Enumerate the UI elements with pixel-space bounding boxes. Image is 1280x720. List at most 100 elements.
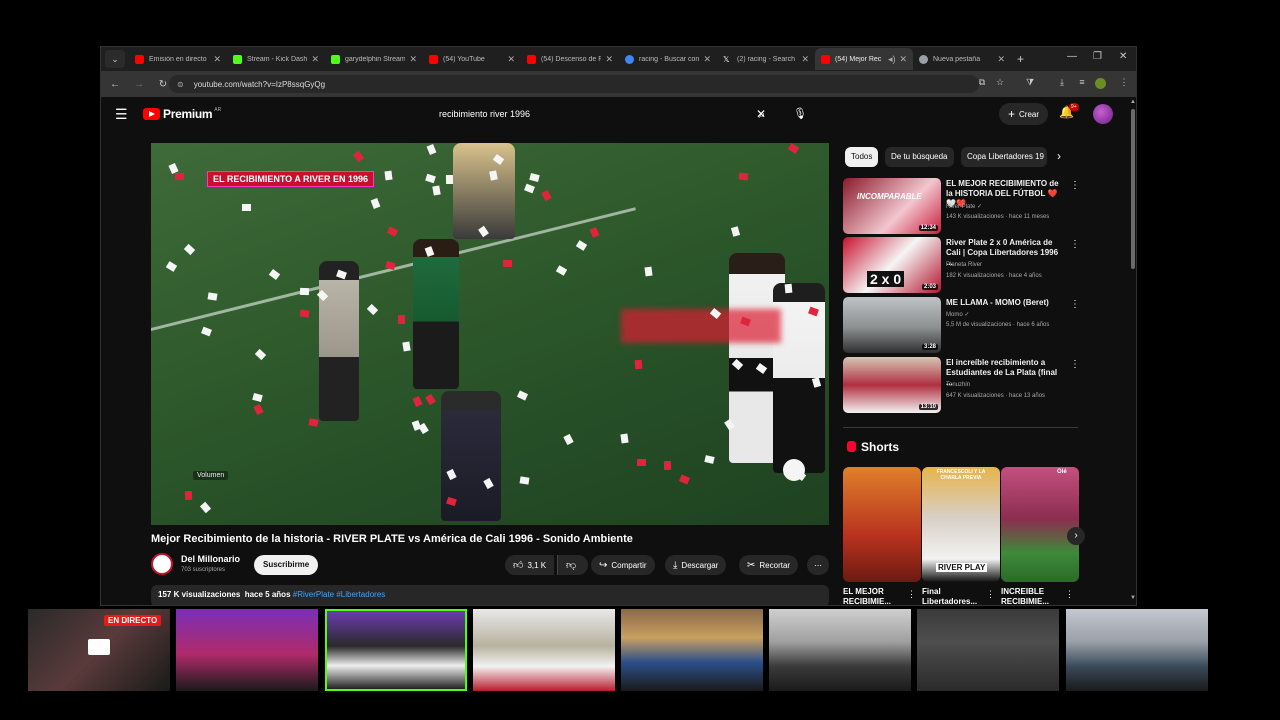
recommendation-channel: Planeta River [946,262,983,268]
scroll-up-icon[interactable]: ▲ [1130,99,1136,105]
tab-3[interactable]: garydelphin Stream ✕ [325,48,423,70]
url-field[interactable]: ⊜ youtube.com/watch?v=IzP8ssqGyQg [169,75,979,93]
more-actions-button[interactable]: ⋯ [807,555,829,575]
more-vertical-icon[interactable]: ⋮ [1070,180,1080,191]
share-button[interactable]: ↪ Compartir [591,555,655,575]
close-tab-icon[interactable]: ✕ [213,54,221,65]
audio-icon[interactable]: ◂) [888,54,896,65]
live-badge: EN DIRECTO [104,615,162,626]
tab-6[interactable]: racing - Buscar con ✕ [619,48,717,70]
scroll-down-icon[interactable]: ▼ [1130,595,1136,601]
chip-all[interactable]: Todos [845,147,879,167]
close-tab-icon[interactable]: ✕ [997,54,1005,65]
search-input[interactable]: recibimiento river 1996 ✕ [431,103,771,125]
scrollbar-thumb[interactable] [1131,109,1135,269]
tab-search-dropdown[interactable]: ⌄ [105,50,125,68]
more-vertical-icon[interactable]: ⋮ [1070,239,1080,250]
dislike-button[interactable]: 👎︎ [557,555,589,575]
chevron-right-icon[interactable]: › [1067,527,1085,545]
plus-icon: + [1008,107,1016,121]
more-vertical-icon[interactable]: ⋮ [1070,299,1080,310]
close-tab-icon[interactable]: ✕ [507,54,515,65]
bookmark-star-icon[interactable]: ☆ [993,77,1007,91]
shorts-icon [847,441,856,452]
like-button[interactable]: 👍︎ 3,1 K [505,555,555,575]
short-2[interactable]: FRANCESCOLI Y LA CHARLA PREVIA RIVER PLA… [922,467,1000,582]
more-vertical-icon[interactable]: ⋮ [1070,359,1080,370]
minimize-icon[interactable]: — [1067,51,1077,62]
upload-age: hace 5 años [244,590,291,599]
recommendation-1[interactable]: INCOMPARABLE 12:34 EL MEJOR RECIBIMIENTO… [843,178,1080,234]
recommendation-title: ME LLAMA - MOMO (Beret) [946,298,1049,307]
recommendation-4[interactable]: 13:10 El increíble recibimiento a Estudi… [843,357,1080,413]
youtube-favicon [821,54,830,64]
extensions-icon[interactable]: ⧩ [1023,77,1037,91]
browser-menu-icon[interactable]: ⋮ [1117,77,1131,91]
tab-7[interactable]: 𝕏 (2) racing - Search / ✕ [717,48,815,70]
close-tab-icon[interactable]: ✕ [409,54,417,65]
youtube-play-icon [143,108,160,120]
more-vertical-icon[interactable]: ⋮ [1065,589,1074,600]
confetti-piece [589,226,600,239]
confetti-piece [353,150,364,163]
chip-copa-libertadores[interactable]: Copa Libertadores 19 [961,147,1047,167]
download-button[interactable]: ⤓ Descargar [665,555,727,575]
close-tab-icon[interactable]: ✕ [899,54,907,65]
confetti-piece [502,259,513,268]
tab-8-active[interactable]: (54) Mejor Rec ◂) ✕ [815,48,913,70]
confetti-piece [412,395,423,408]
tab-9[interactable]: Nueva pestaña ✕ [913,48,1011,70]
confetti-piece [299,287,310,296]
more-vertical-icon[interactable]: ⋮ [986,589,995,600]
site-info-icon[interactable]: ⊜ [177,80,184,89]
close-tab-icon[interactable]: ✕ [311,54,319,65]
hashtags[interactable]: #RiverPlate #Libertadores [293,590,386,599]
tab-2[interactable]: Stream - Kick Dashb ✕ [227,48,325,70]
media-control-icon[interactable]: ≡ [1075,77,1089,91]
downloads-icon[interactable]: ⤓ [1055,77,1069,91]
kick-favicon [233,54,242,64]
profile-icon[interactable] [1095,78,1106,89]
user-avatar[interactable] [1093,104,1113,124]
microphone-icon[interactable]: 🎙 [789,103,811,125]
video-thumbnail[interactable]: 3:28 [843,297,941,353]
subscribe-button[interactable]: Suscribirme [254,555,319,575]
youtube-premium-logo[interactable]: Premium AR [143,107,221,121]
confetti-piece [384,170,393,181]
more-vertical-icon[interactable]: ⋮ [907,589,916,600]
close-tab-icon[interactable]: ✕ [605,54,613,65]
video-thumbnail[interactable]: 2 x 0 2:03 [843,237,941,293]
short-1[interactable] [843,467,921,582]
create-button[interactable]: + Crear [999,103,1049,125]
browser-window: ⌄ Emisión en directo ✕ Stream - Kick Dash… [100,46,1137,606]
clip-button[interactable]: ✂ Recortar [739,555,799,575]
search-icon[interactable]: ⌕ [751,103,773,125]
confetti-piece [524,183,535,194]
install-app-icon[interactable]: ⧉ [975,77,989,91]
channel-name[interactable]: Del Millonario [181,554,240,564]
recommendation-2[interactable]: 2 x 0 2:03 River Plate 2 x 0 América de … [843,237,1080,293]
maximize-icon[interactable]: ❐ [1093,51,1102,62]
confetti-piece [254,348,267,361]
new-tab-icon[interactable]: + [1017,52,1024,66]
video-player[interactable]: EL RECIBIMIENTO A RIVER EN 1996 Volumen [151,143,829,525]
screen-share-icon [88,639,110,655]
back-icon[interactable]: ← [105,79,125,90]
forward-icon[interactable]: → [129,79,149,90]
channel-avatar[interactable] [151,553,173,575]
close-tab-icon[interactable]: ✕ [801,54,809,65]
short-caption: Final Libertadores... [922,587,978,606]
hamburger-menu-icon[interactable]: ☰ [115,106,128,123]
close-tab-icon[interactable]: ✕ [703,54,711,65]
chevron-right-icon[interactable]: › [1057,149,1061,163]
description-box[interactable]: 157 K visualizaciones hace 5 años #River… [151,585,829,605]
tab-4[interactable]: (54) YouTube ✕ [423,48,521,70]
video-thumbnail[interactable]: INCOMPARABLE 12:34 [843,178,941,234]
tab-1[interactable]: Emisión en directo ✕ [129,48,227,70]
chip-from-search[interactable]: De tu búsqueda [885,147,954,167]
recommendation-3[interactable]: 3:28 ME LLAMA - MOMO (Beret) Momo ✓ 5,5 … [843,297,1080,353]
tab-5[interactable]: (54) Descenso de R ✕ [521,48,619,70]
short-3[interactable]: Olé [1001,467,1079,582]
close-window-icon[interactable]: ✕ [1119,51,1127,62]
video-thumbnail[interactable]: 13:10 [843,357,941,413]
